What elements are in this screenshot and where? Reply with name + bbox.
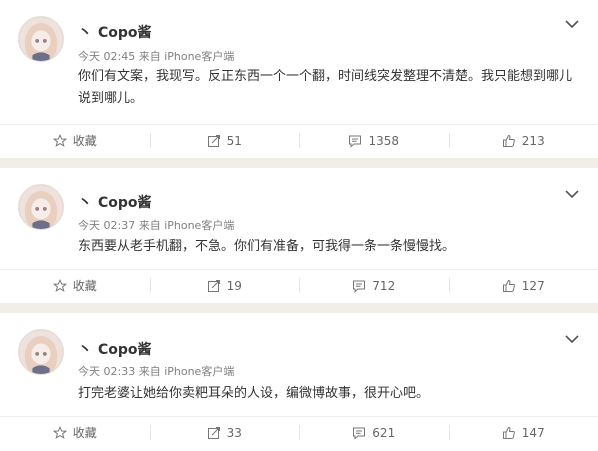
post-actions: 收藏 19 712 127 [0,269,598,301]
favorite-button[interactable]: 收藏 [0,125,150,156]
post-card: 丶 Copo酱 今天 02:45 来自 iPhone客户端 你们有文案，我现写。… [0,0,598,158]
post-actions: 收藏 33 621 147 [0,416,598,448]
repost-count: 19 [226,278,242,293]
comment-count: 712 [372,278,396,293]
feed-separator [0,303,598,313]
post-meta: 今天 02:33 来自 iPhone客户端 [78,365,235,378]
avatar[interactable] [18,329,64,375]
post-meta: 今天 02:45 来自 iPhone客户端 [78,50,235,63]
repost-button[interactable]: 33 [149,417,300,448]
comment-count: 1358 [368,133,400,148]
post-meta: 今天 02:37 来自 iPhone客户端 [78,219,235,232]
repost-icon [207,279,221,293]
comment-button[interactable]: 1358 [299,125,449,156]
repost-count: 33 [226,425,242,440]
username-link[interactable]: Copo酱 [98,22,152,42]
comment-button[interactable]: 621 [299,417,449,448]
avatar[interactable] [18,16,64,62]
post-actions: 收藏 51 1358 213 [0,124,598,156]
repost-button[interactable]: 19 [149,270,300,301]
like-button[interactable]: 147 [448,417,598,448]
thumbs-up-icon [502,426,516,440]
weibo-feed: 丶 Copo酱 今天 02:45 来自 iPhone客户端 你们有文案，我现写。… [0,0,598,451]
like-count: 147 [521,425,545,440]
name-prefix: 丶 [78,195,92,211]
like-button[interactable]: 127 [448,270,598,301]
star-icon [52,133,67,148]
like-count: 127 [521,278,545,293]
repost-button[interactable]: 51 [149,125,300,156]
comment-icon [348,134,362,148]
chevron-down-icon[interactable] [564,18,580,30]
post-header: 丶 Copo酱 [78,192,152,212]
post-content: 你们有文案，我现写。反正东西一个一个翻，时间线突发整理不清楚。我只能想到哪儿说到… [78,69,573,106]
name-prefix: 丶 [78,342,92,358]
repost-count: 51 [226,133,242,148]
repost-icon [207,426,221,440]
comment-button[interactable]: 712 [299,270,449,301]
like-button[interactable]: 213 [448,125,598,156]
star-icon [52,425,67,440]
favorite-button[interactable]: 收藏 [0,270,150,301]
chevron-down-icon[interactable] [564,188,580,200]
comment-count: 621 [372,425,396,440]
favorite-label: 收藏 [72,426,97,440]
thumbs-up-icon [502,134,516,148]
post-content: 打完老婆让她给你卖粑耳朵的人设，编微博故事，很开心吧。 [78,386,430,401]
favorite-button[interactable]: 收藏 [0,417,150,448]
name-prefix: 丶 [78,25,92,41]
favorite-label: 收藏 [72,134,97,148]
username-link[interactable]: Copo酱 [98,192,152,212]
avatar[interactable] [18,184,64,230]
username-link[interactable]: Copo酱 [98,339,152,359]
like-count: 213 [521,133,545,148]
favorite-label: 收藏 [72,279,97,293]
post-header: 丶 Copo酱 [78,339,152,359]
star-icon [52,278,67,293]
feed-separator [0,158,598,168]
post-header: 丶 Copo酱 [78,22,152,42]
chevron-down-icon[interactable] [564,333,580,345]
post-content: 东西要从老手机翻，不急。你们有准备，可我得一条一条慢慢找。 [78,239,456,254]
comment-icon [352,279,366,293]
thumbs-up-icon [502,279,516,293]
comment-icon [352,426,366,440]
repost-icon [207,134,221,148]
